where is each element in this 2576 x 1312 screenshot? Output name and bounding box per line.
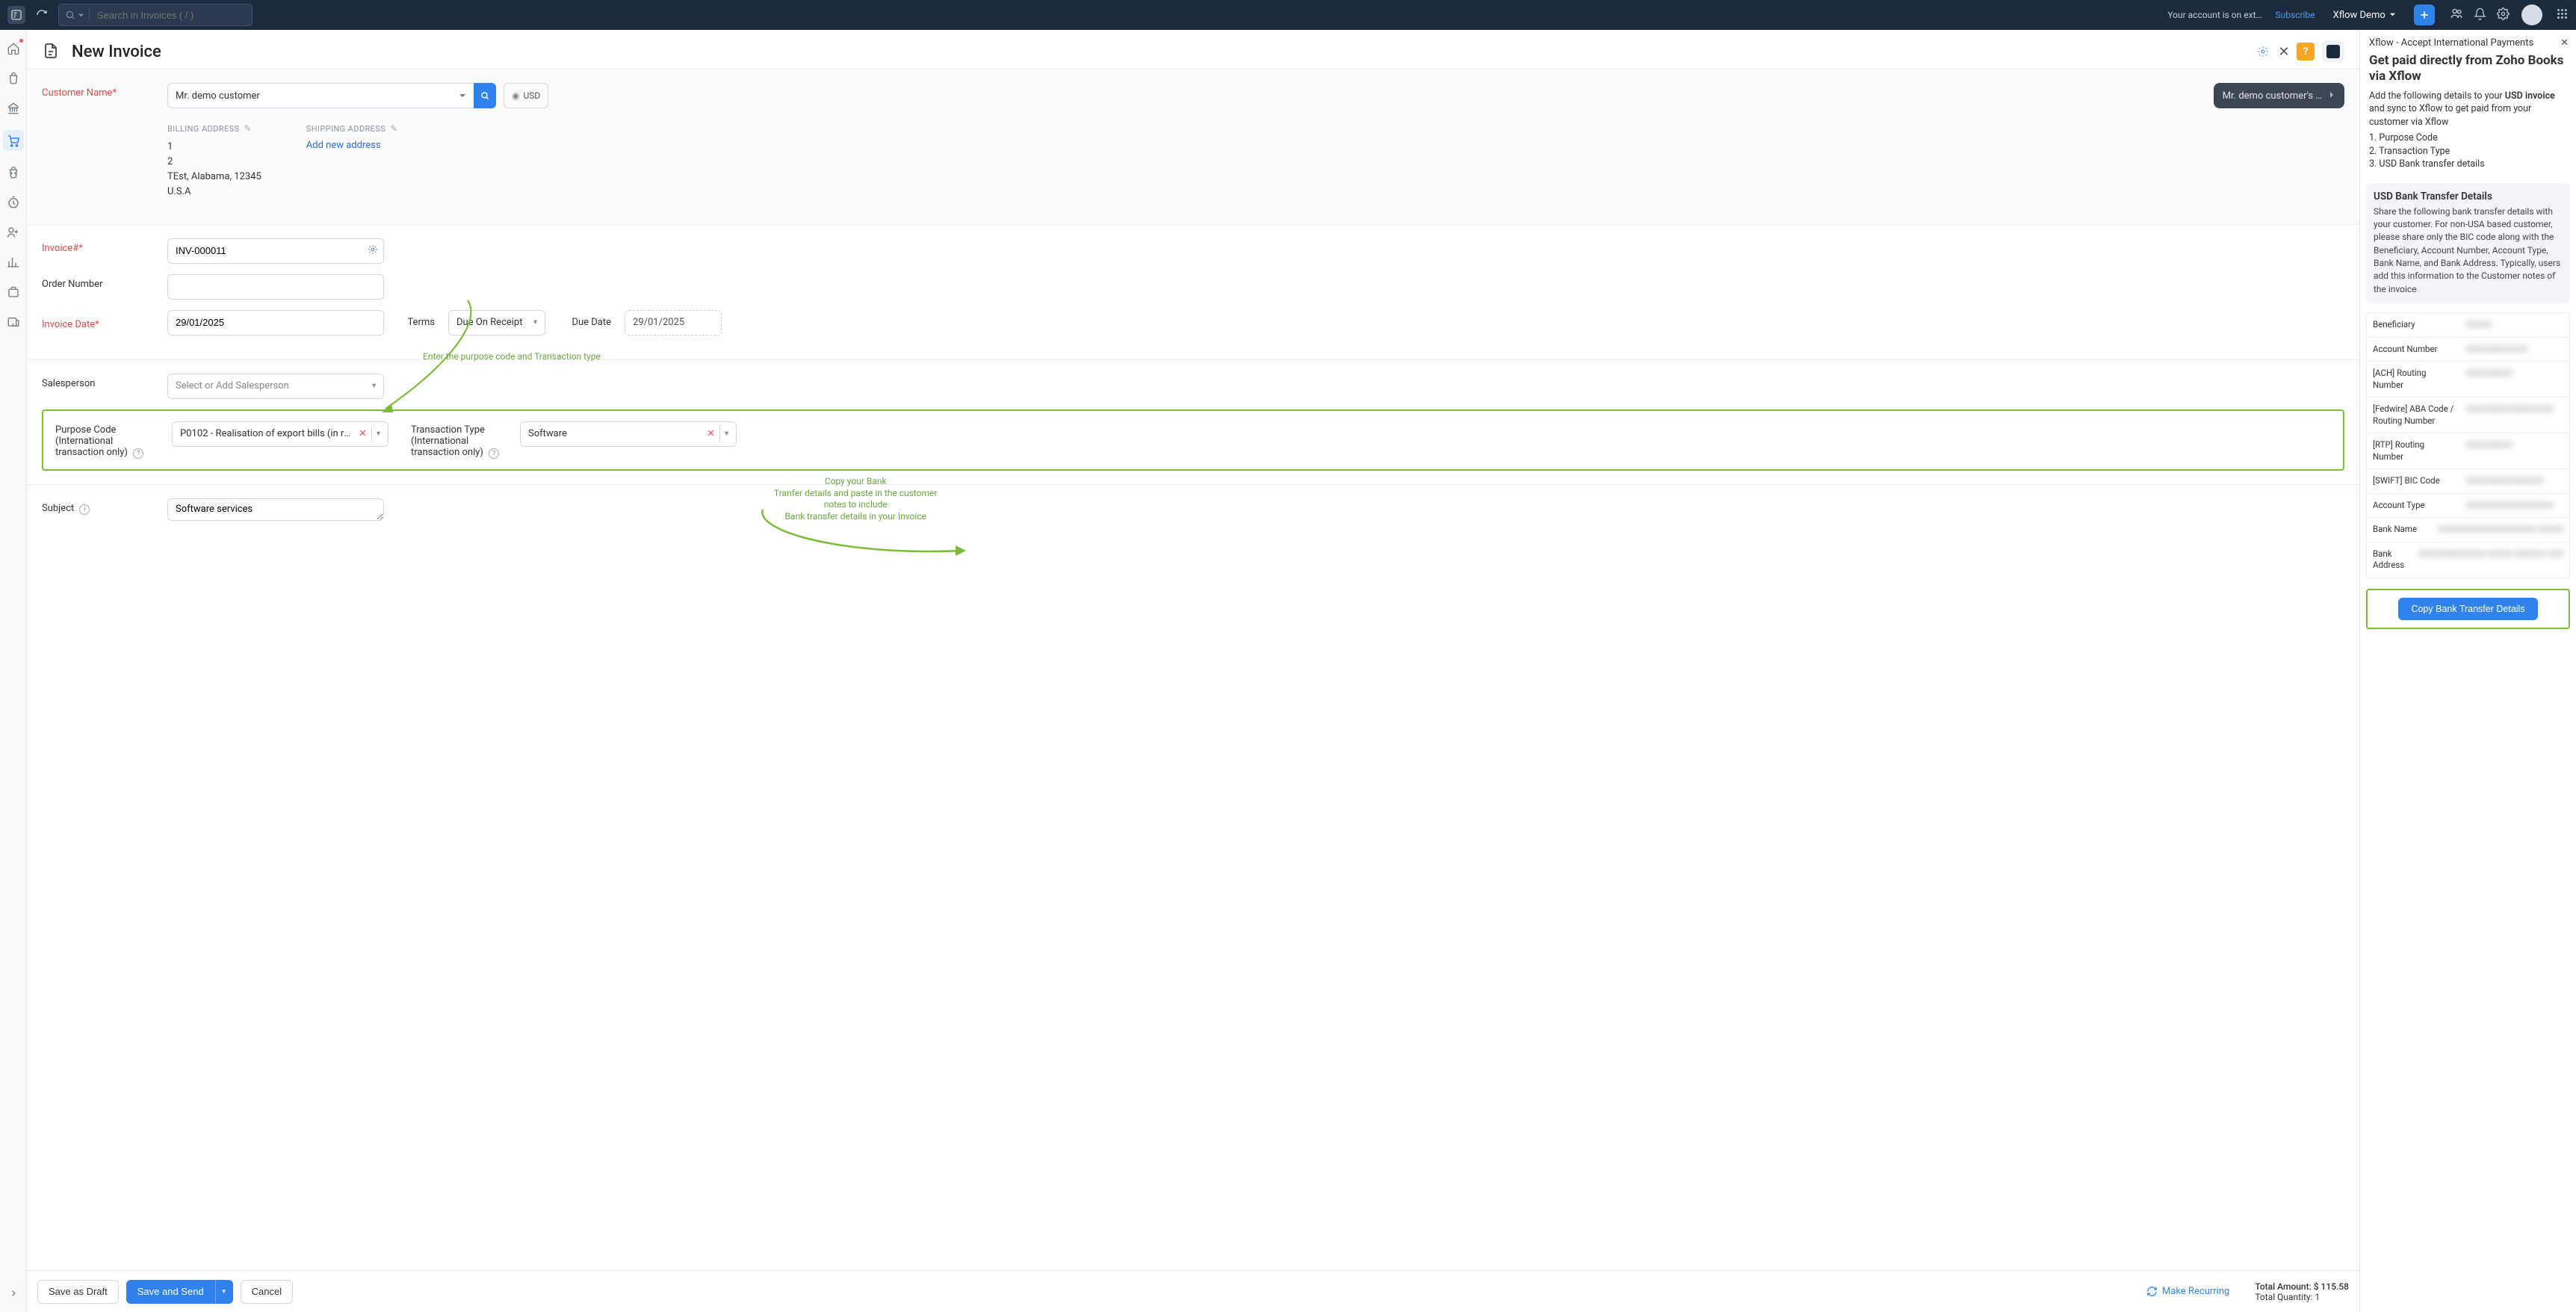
nav-items-icon[interactable] [5, 70, 22, 87]
nav-more-icon[interactable] [5, 314, 22, 330]
save-as-draft-button[interactable]: Save as Draft [37, 1280, 119, 1304]
xflow-side-panel: Xflow - Accept International Payments ✕ … [2359, 30, 2576, 1312]
table-row: Account TypeXXXXXXXXXXXXXXXXX [2367, 494, 2569, 519]
label-terms: Terms [397, 317, 435, 328]
table-row: [RTP] Routing NumberXXXXXXXXX [2367, 433, 2569, 469]
page-header: New Invoice ✕ ? [27, 30, 2359, 69]
search-input[interactable] [97, 10, 246, 21]
help-button[interactable]: ? [2297, 43, 2315, 61]
annotation-text-2: Copy your Bank Tranfer details and paste… [774, 476, 937, 522]
billing-address-block: BILLING ADDRESS ✎ 1 2 TEst, Alabama, 123… [167, 123, 261, 200]
footer-totals: Total Amount: $ 115.58 Total Quantity: 1 [2255, 1281, 2349, 1302]
edit-billing-icon[interactable]: ✎ [244, 123, 251, 134]
table-row: [Fedwire] ABA Code / Routing NumberXXXXX… [2367, 397, 2569, 433]
bank-details-table: BeneficiaryXXXXXAccount NumberXXXXXXXXXX… [2366, 312, 2570, 578]
save-and-send-caret[interactable]: ▾ [215, 1280, 233, 1304]
cancel-button[interactable]: Cancel [241, 1280, 293, 1304]
notifications-icon[interactable] [2474, 7, 2486, 23]
label-due-date: Due Date [559, 317, 611, 328]
subject-textarea[interactable]: Software services [167, 498, 384, 521]
purpose-code-select[interactable]: P0102 - Realisation of export bills (in … [172, 421, 388, 447]
label-order-number: Order Number [42, 274, 154, 290]
apps-grid-icon[interactable] [2556, 7, 2569, 23]
nav-sales-icon[interactable] [3, 130, 24, 151]
order-number-input[interactable] [167, 274, 384, 300]
label-invoice-number: Invoice#* [42, 238, 154, 254]
due-date-display[interactable]: 29/01/2025 [625, 310, 722, 335]
footer-action-bar: Save as Draft Save and Send ▾ Cancel Mak… [27, 1270, 2359, 1312]
label-customer-name: Customer Name* [42, 83, 154, 99]
nav-accountant-icon[interactable] [5, 224, 22, 241]
invoice-date-input[interactable] [167, 310, 384, 335]
nav-home-icon[interactable] [5, 40, 22, 57]
clear-transaction-type-icon[interactable]: ✕ [707, 428, 715, 439]
org-switcher[interactable]: Xflow Demo [2333, 10, 2396, 21]
nav-documents-icon[interactable] [5, 284, 22, 300]
table-row: Bank AddressXXXXXXXXXXXXX XXXXX XXXXXX X… [2367, 542, 2569, 578]
nav-banking-icon[interactable] [5, 100, 22, 117]
copy-bank-details-button[interactable]: Copy Bank Transfer Details [2398, 598, 2537, 620]
topbar: Your account is on ext… Subscribe Xflow … [0, 0, 2576, 30]
highlighted-xflow-fields: Purpose Code (International transaction … [42, 409, 2344, 471]
panel-title: Get paid directly from Zoho Books via Xf… [2360, 53, 2576, 90]
close-panel-icon[interactable]: ✕ [2560, 37, 2569, 49]
billing-address-lines: 1 2 TEst, Alabama, 12345 U.S.A [167, 140, 261, 200]
table-row: [ACH] Routing NumberXXXXXXXXX [2367, 362, 2569, 397]
user-avatar[interactable] [2521, 4, 2542, 25]
salesperson-select[interactable]: Select or Add Salesperson▾ [167, 374, 384, 399]
panel-graybox: USD Bank Transfer Details Share the foll… [2366, 183, 2570, 304]
chevron-down-icon [78, 12, 84, 19]
nav-expand-icon[interactable] [5, 1285, 22, 1302]
panel-header-text: Xflow - Accept International Payments [2369, 37, 2533, 49]
settings-icon[interactable] [2497, 7, 2510, 23]
customer-name-dropdown[interactable]: Mr. demo customer [167, 83, 474, 108]
save-and-send-button[interactable]: Save and Send [126, 1280, 215, 1304]
table-row: Bank NameXXXXXXXXXXXXXXXXXXX XXXXX [2367, 518, 2569, 542]
customer-search-button[interactable] [474, 83, 496, 108]
form-body: Customer Name* Mr. demo customer ◉USD Mr… [27, 69, 2359, 1312]
currency-chip[interactable]: ◉USD [504, 83, 548, 108]
table-row: Account NumberXXXXXXXXXXXX [2367, 338, 2569, 362]
table-row: BeneficiaryXXXXX [2367, 313, 2569, 338]
label-salesperson: Salesperson [42, 374, 154, 389]
nav-purchases-icon[interactable] [5, 164, 22, 181]
search-bar[interactable] [58, 4, 253, 26]
label-subject: Subject i [42, 498, 154, 515]
referrals-icon[interactable] [2450, 7, 2463, 23]
page-title: New Invoice [72, 43, 161, 61]
label-transaction-type: Transaction Type (International transact… [411, 421, 508, 459]
account-status-text: Your account is on ext… [2167, 10, 2261, 20]
xflow-badge-icon[interactable] [2322, 40, 2344, 63]
quick-create-button[interactable] [2414, 4, 2435, 25]
shipping-address-block: SHIPPING ADDRESS ✎ Add new address [306, 123, 398, 200]
label-invoice-date: Invoice Date* [42, 315, 154, 330]
search-icon [65, 10, 75, 20]
annotation-text-1: Enter the purpose code and Transaction t… [423, 351, 601, 362]
label-purpose-code: Purpose Code (International transaction … [55, 421, 160, 459]
clear-purpose-code-icon[interactable]: ✕ [359, 428, 367, 439]
nav-time-icon[interactable] [5, 194, 22, 211]
make-recurring-link[interactable]: Make Recurring [2146, 1286, 2229, 1297]
refresh-icon[interactable] [33, 6, 51, 24]
document-icon [42, 42, 61, 61]
add-shipping-address-link[interactable]: Add new address [306, 140, 398, 151]
invoice-number-settings-icon[interactable] [368, 244, 378, 258]
page-settings-icon[interactable] [2255, 43, 2271, 60]
table-row: [SWIFT] BIC CodeXXXXXXXXXXXXXXX [2367, 469, 2569, 494]
terms-select[interactable]: Due On Receipt▾ [448, 310, 545, 335]
panel-description: Add the following details to your USD in… [2360, 90, 2576, 179]
left-nav [0, 30, 27, 1312]
subscribe-link[interactable]: Subscribe [2276, 10, 2315, 20]
invoice-number-input[interactable] [167, 238, 384, 264]
main-content: New Invoice ✕ ? Customer Name* Mr. demo … [27, 30, 2359, 1312]
panel-footer-highlight: Copy Bank Transfer Details [2366, 589, 2570, 629]
close-page-icon[interactable]: ✕ [2276, 43, 2292, 60]
nav-reports-icon[interactable] [5, 254, 22, 270]
transaction-type-select[interactable]: Software ✕ ▾ [520, 421, 737, 447]
customer-transactions-pill[interactable]: Mr. demo customer's … [2214, 83, 2344, 108]
app-logo[interactable] [7, 6, 25, 24]
edit-shipping-icon[interactable]: ✎ [390, 123, 397, 134]
